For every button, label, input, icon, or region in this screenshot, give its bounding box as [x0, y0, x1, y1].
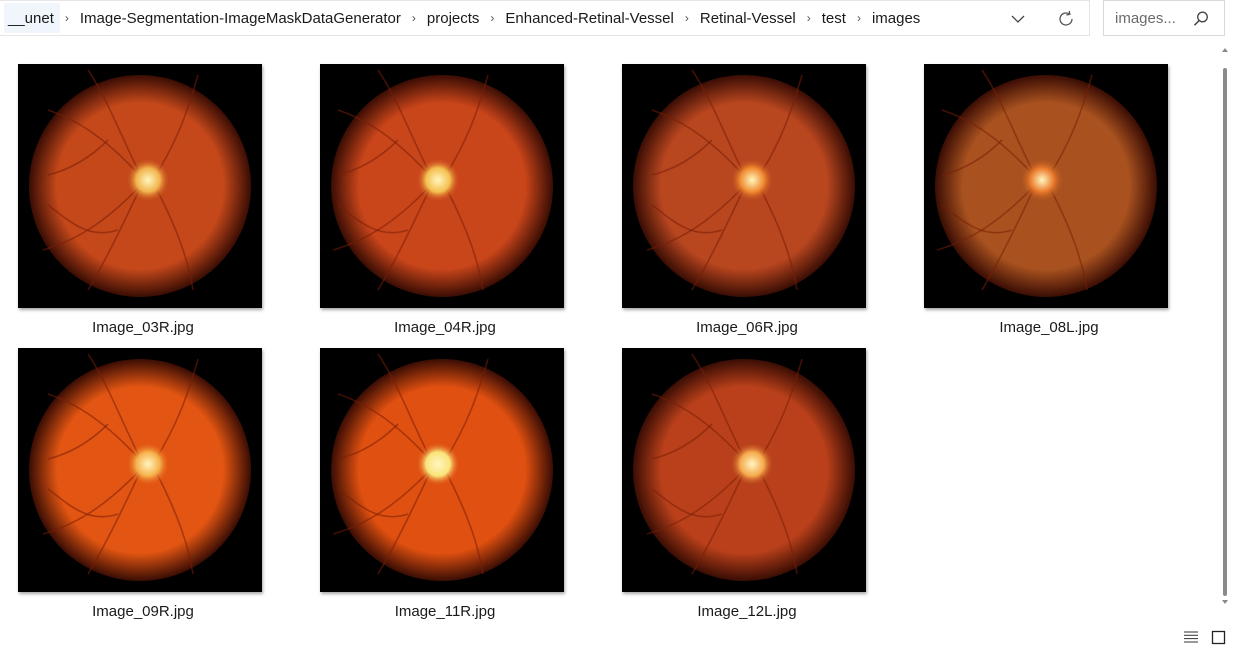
file-thumbnail[interactable] — [18, 348, 262, 592]
breadcrumb-item-test[interactable]: test — [816, 3, 852, 33]
breadcrumb: __unet › Image-Segmentation-ImageMaskDat… — [0, 1, 926, 35]
file-thumbnail[interactable] — [622, 64, 866, 308]
breadcrumb-separator[interactable]: › — [60, 11, 74, 25]
file-name: Image_04R.jpg — [394, 319, 496, 336]
title-bar: __unet › Image-Segmentation-ImageMaskDat… — [0, 0, 1236, 40]
retina-image — [29, 353, 251, 581]
file-item[interactable]: Image_11R.jpg — [320, 348, 570, 628]
retina-image — [29, 69, 251, 297]
file-item[interactable]: Image_04R.jpg — [320, 64, 570, 344]
optic-disc — [416, 442, 460, 486]
breadcrumb-separator[interactable]: › — [802, 11, 816, 25]
breadcrumb-item-enhanced-retinal-vessel[interactable]: Enhanced-Retinal-Vessel — [499, 3, 679, 33]
optic-disc — [730, 442, 774, 486]
breadcrumb-item-retinal-vessel[interactable]: Retinal-Vessel — [694, 3, 802, 33]
breadcrumb-item-projects[interactable]: projects — [421, 3, 486, 33]
file-name: Image_12L.jpg — [697, 603, 797, 620]
file-item[interactable]: Image_12L.jpg — [622, 348, 872, 628]
file-name: Image_06R.jpg — [696, 319, 798, 336]
file-grid: Image_03R.jpg Image_04R.jpg Image_06R.jpg I… — [0, 40, 1218, 630]
file-name: Image_11R.jpg — [394, 603, 496, 620]
retina-image — [331, 69, 553, 297]
file-thumbnail[interactable] — [320, 348, 564, 592]
refresh-button[interactable] — [1052, 5, 1080, 33]
file-item[interactable]: Image_08L.jpg — [924, 64, 1174, 344]
breadcrumb-separator[interactable]: › — [407, 11, 421, 25]
large-icons-view-button[interactable] — [1209, 628, 1227, 646]
breadcrumb-item-images[interactable]: images — [866, 3, 926, 33]
large-icons-view-icon — [1211, 630, 1225, 644]
optic-disc — [416, 158, 460, 202]
file-name: Image_09R.jpg — [92, 603, 194, 620]
breadcrumb-separator[interactable]: › — [485, 11, 499, 25]
file-name: Image_03R.jpg — [92, 319, 194, 336]
address-history-dropdown[interactable] — [1004, 5, 1032, 33]
search-box[interactable] — [1103, 0, 1225, 36]
optic-disc — [1020, 158, 1064, 202]
retina-image — [935, 69, 1157, 297]
retina-image — [331, 353, 553, 581]
file-name: Image_08L.jpg — [999, 319, 1099, 336]
chevron-down-icon — [1011, 15, 1025, 23]
search-icon[interactable] — [1192, 10, 1210, 28]
optic-disc — [730, 158, 774, 202]
retina-image — [633, 353, 855, 581]
breadcrumb-separator[interactable]: › — [852, 11, 866, 25]
file-thumbnail[interactable] — [622, 348, 866, 592]
file-item[interactable]: Image_03R.jpg — [18, 64, 268, 344]
file-thumbnail[interactable] — [320, 64, 564, 308]
vertical-scrollbar[interactable] — [1218, 46, 1232, 606]
file-item[interactable]: Image_09R.jpg — [18, 348, 268, 628]
file-item[interactable]: Image_06R.jpg — [622, 64, 872, 344]
refresh-icon — [1059, 10, 1073, 26]
breadcrumb-item-unet[interactable]: __unet — [4, 3, 60, 33]
retina-image — [633, 69, 855, 297]
search-input[interactable] — [1113, 8, 1197, 28]
file-thumbnail[interactable] — [924, 64, 1168, 308]
details-view-icon — [1184, 631, 1198, 643]
scrollbar-thumb[interactable] — [1223, 68, 1227, 596]
file-thumbnail[interactable] — [18, 64, 262, 308]
details-view-button[interactable] — [1182, 628, 1200, 646]
scroll-down-arrow[interactable] — [1222, 600, 1228, 604]
breadcrumb-separator[interactable]: › — [680, 11, 694, 25]
scroll-up-arrow[interactable] — [1222, 48, 1228, 52]
breadcrumb-item-image-segmentation[interactable]: Image-Segmentation-ImageMaskDataGenerato… — [74, 3, 407, 33]
optic-disc — [126, 158, 170, 202]
optic-disc — [126, 442, 170, 486]
address-bar[interactable]: __unet › Image-Segmentation-ImageMaskDat… — [0, 0, 1090, 36]
